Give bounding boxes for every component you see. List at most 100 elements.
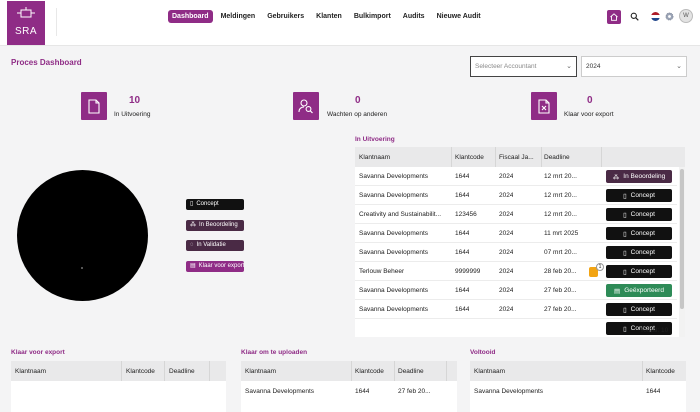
column-divider [451, 147, 452, 167]
nav-item-audits[interactable]: Audits [399, 10, 429, 23]
status-button-label: Concept [630, 306, 655, 313]
cell-fiscaal-jaar: 2024 [499, 286, 514, 294]
column-header-klantnaam[interactable]: Klantnaam [474, 361, 505, 381]
column-header-klantcode[interactable]: Klantcode [646, 361, 675, 381]
column-divider [394, 361, 395, 381]
user-search-icon [293, 92, 319, 120]
legend-klaar-voor-export[interactable]: ▤ Klaar voor export [186, 261, 244, 272]
klaar-om-te-uploaden-title: Klaar om te uploaden [241, 349, 308, 356]
table-total: Totaal: 10 [640, 327, 669, 334]
column-header-klantcode[interactable]: Klantcode [455, 147, 484, 167]
column-header-klantcode[interactable]: Klantcode [126, 361, 155, 381]
stat-in-uitvoering-label: In Uitvoering [114, 111, 151, 118]
table-row[interactable]: Savanna Developments 1644 2024 07 mrt 20… [355, 243, 677, 262]
nav-item-bulkimport[interactable]: Bulkimport [350, 10, 395, 23]
nav-item-nieuwe-audit[interactable]: Nieuwe Audit [433, 10, 485, 23]
table-row[interactable]: ▯ Concept [355, 319, 677, 337]
cell-klantcode: 1644 [455, 191, 470, 199]
accountant-select[interactable]: Selecteer Accountant ⌄ [470, 56, 577, 77]
status-button-concept[interactable]: ▯ Concept [606, 265, 672, 278]
table-row[interactable]: Savanna Developments 1644 2024 27 feb 20… [355, 300, 677, 319]
column-divider [642, 361, 643, 381]
table-header: Klantnaam Klantcode Deadline [241, 361, 457, 381]
document-icon: ▯ [623, 211, 627, 219]
table-row[interactable]: Savanna Developments 1644 [470, 381, 686, 401]
klaar-voor-export-table: Klantnaam Klantcode Deadline [11, 361, 226, 412]
status-button-in-beoordeling[interactable]: ⁂ In Beoordeling [606, 170, 672, 183]
legend-in-validatie[interactable]: ◌ In Validatie [186, 240, 244, 251]
status-button-geexporteerd[interactable]: ▤ Geëxporteerd [606, 284, 672, 297]
gear-icon[interactable] [664, 11, 675, 22]
year-select[interactable]: 2024 ⌄ [581, 56, 687, 77]
table-row[interactable]: Savanna Developments 1644 2024 27 feb 20… [355, 281, 677, 300]
check-circle-icon: ◌ [190, 242, 194, 248]
search-icon[interactable] [630, 12, 639, 21]
table-row[interactable]: Savanna Developments 1644 2024 12 mrt 20… [355, 167, 677, 186]
cell-deadline: 11 mrt 2025 [544, 229, 579, 237]
column-header-deadline[interactable]: Deadline [544, 147, 570, 167]
cell-deadline: 28 feb 20... [544, 267, 577, 275]
column-header-deadline[interactable]: Deadline [169, 361, 195, 381]
status-button-concept[interactable]: ▯ Concept [606, 208, 672, 221]
column-header-klantcode[interactable]: Klantcode [355, 361, 384, 381]
page-title: Proces Dashboard [11, 58, 82, 67]
table-row[interactable]: Savanna Developments 1644 2024 12 mrt 20… [355, 186, 677, 205]
legend-klaar-voor-export-label: Klaar voor export [198, 263, 244, 269]
chevron-down-icon: ⌄ [676, 63, 682, 70]
status-button-concept[interactable]: ▯ Concept [606, 189, 672, 202]
cell-klantcode: 1644 [455, 286, 470, 294]
export-icon: ▤ [614, 287, 621, 295]
table-row[interactable]: Creativity and Sustainabilit... 123456 2… [355, 205, 677, 224]
table-row[interactable]: Savanna Developments 1644 27 feb 20... [241, 381, 457, 401]
flag-nl-icon[interactable] [651, 12, 660, 21]
column-header-klantnaam[interactable]: Klantnaam [245, 361, 276, 381]
top-navbar: SRA Dashboard Meldingen Gebruikers Klant… [0, 0, 700, 46]
status-button-label: Concept [630, 249, 655, 256]
nav-divider [56, 8, 57, 36]
column-header-klantnaam[interactable]: Klantnaam [15, 361, 46, 381]
legend-concept[interactable]: ▯ Concept [186, 199, 244, 210]
document-icon: ▯ [623, 230, 627, 238]
column-divider [164, 361, 165, 381]
document-icon [81, 92, 107, 120]
status-button-concept[interactable]: ▯ Concept [606, 227, 672, 240]
nav-item-dashboard[interactable]: Dashboard [168, 10, 213, 23]
status-button-concept[interactable]: ▯ Concept [606, 246, 672, 259]
cell-klantcode: 1644 [455, 305, 470, 313]
nav-item-meldingen[interactable]: Meldingen [217, 10, 260, 23]
cell-deadline: 12 mrt 20... [544, 210, 577, 218]
table-row[interactable]: Terlouw Beheer 9999999 2024 28 feb 20...… [355, 262, 677, 281]
legend-in-beoordeling-label: In Beoordeling [199, 222, 238, 228]
status-button-label: Concept [630, 230, 655, 237]
chevron-down-icon: ⌄ [566, 63, 572, 70]
cell-klantnaam: Savanna Developments [359, 172, 429, 180]
table-header: Klantnaam Klantcode [470, 361, 686, 381]
status-button-concept[interactable]: ▯ Concept [606, 303, 672, 316]
home-button[interactable] [607, 10, 621, 24]
cell-klantnaam: Savanna Developments [359, 191, 429, 199]
column-header-klantnaam[interactable]: Klantnaam [359, 147, 390, 167]
nav-item-gebruikers[interactable]: Gebruikers [263, 10, 308, 23]
logo-emblem-icon [17, 7, 35, 18]
cell-deadline: 27 feb 20... [544, 286, 577, 294]
scrollbar-thumb[interactable] [680, 169, 684, 309]
stat-in-uitvoering-value: 10 [129, 95, 141, 106]
column-divider [209, 361, 210, 381]
sra-logo[interactable]: SRA [7, 1, 45, 45]
table-row[interactable]: Savanna Developments 1644 2024 11 mrt 20… [355, 224, 677, 243]
klaar-voor-export-title: Klaar voor export [11, 349, 65, 356]
cell-klantcode: 1644 [455, 229, 470, 237]
cell-fiscaal-jaar: 2024 [499, 210, 514, 218]
legend-in-beoordeling[interactable]: ⁂ In Beoordeling [186, 220, 244, 231]
voltooid-title: Voltooid [470, 349, 496, 356]
column-header-fiscaal-jaar[interactable]: Fiscaal Ja... [499, 147, 539, 167]
avatar[interactable]: W [679, 9, 693, 23]
nav-item-klanten[interactable]: Klanten [312, 10, 346, 23]
in-uitvoering-title: In Uitvoering [355, 136, 395, 143]
review-icon: ⁂ [612, 173, 620, 181]
stat-klaar-export-label: Klaar voor export [564, 111, 614, 118]
cell-klantnaam: Savanna Developments [245, 387, 315, 395]
cell-deadline: 12 mrt 20... [544, 191, 577, 199]
status-button-label: Concept [630, 211, 655, 218]
column-header-deadline[interactable]: Deadline [398, 361, 424, 381]
